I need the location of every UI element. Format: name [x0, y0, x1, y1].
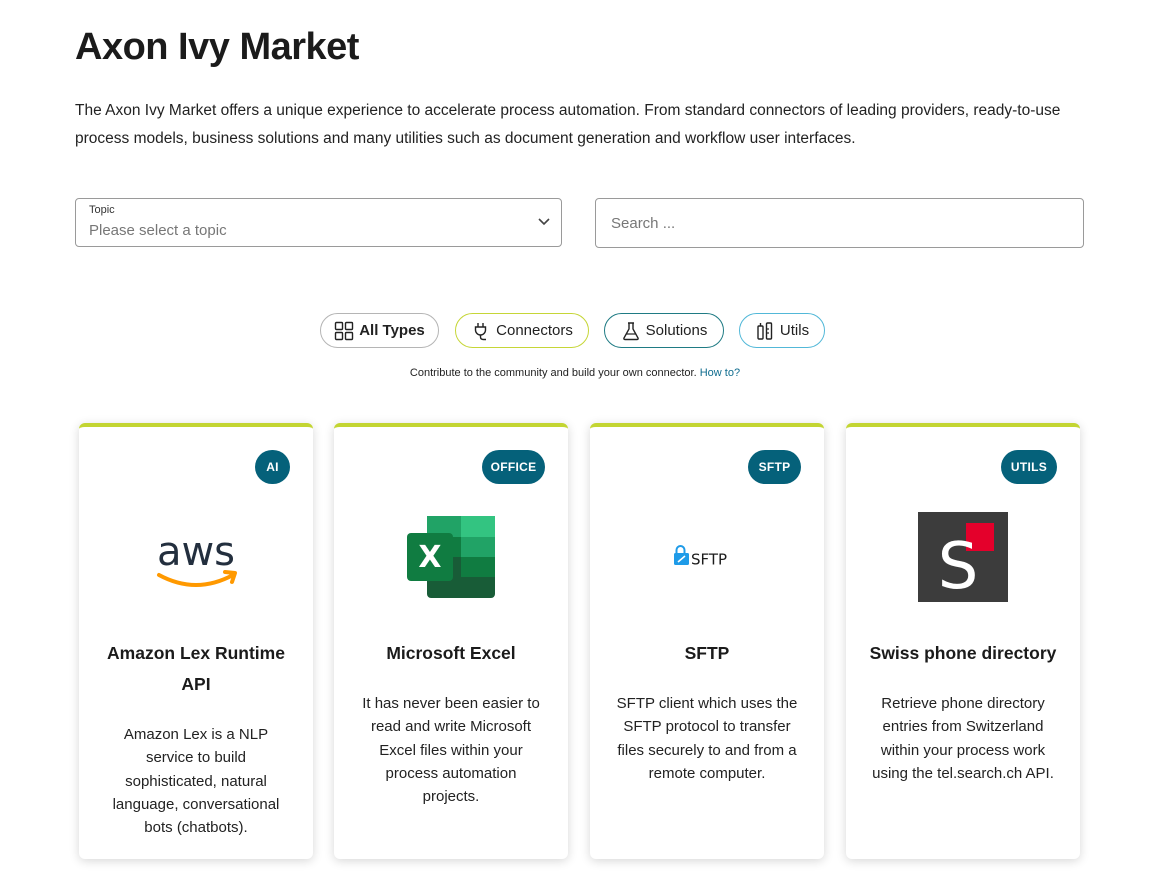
aws-logo: aws [79, 507, 313, 607]
search-ch-logo-text: S [938, 530, 979, 602]
topic-placeholder: Please select a topic [89, 222, 227, 239]
page-description: The Axon Ivy Market offers a unique expe… [75, 102, 1061, 147]
filter-label: All Types [359, 322, 425, 339]
topic-dropdown[interactable]: Topic Please select a topic [75, 198, 562, 247]
card-description: Amazon Lex is a NLP service to build sop… [112, 726, 280, 837]
card-title: Swiss phone directory [869, 643, 1057, 663]
how-to-link[interactable]: How to? [700, 367, 740, 379]
contribute-note: Contribute to the community and build yo… [0, 367, 1150, 379]
product-card-sftp[interactable]: SFTP SFTP SFTP SFTP client which uses th… [590, 423, 824, 859]
sftp-logo: SFTP [590, 507, 824, 607]
plug-icon [474, 322, 487, 340]
product-card-microsoft-excel[interactable]: OFFICE X Microsoft Excel It has never be… [334, 423, 568, 859]
aws-logo-text: aws [157, 529, 235, 575]
search-input[interactable] [595, 198, 1084, 248]
category-badge: UTILS [1001, 450, 1057, 484]
contribute-text: Contribute to the community and build yo… [409, 367, 697, 379]
card-title: Amazon Lex Runtime API [107, 643, 285, 694]
filter-utils[interactable]: Utils [739, 313, 825, 348]
excel-logo: X [334, 507, 568, 607]
type-filter-bar: All Types Connectors Solutions Utils [0, 313, 1161, 348]
tools-icon [757, 321, 773, 340]
card-title: SFTP [684, 643, 730, 663]
card-title: Microsoft Excel [386, 643, 516, 663]
category-badge: OFFICE [482, 450, 545, 484]
filter-label: Solutions [645, 322, 708, 339]
filter-all-types[interactable]: All Types [320, 313, 439, 348]
product-card-amazon-lex[interactable]: AI aws Amazon Lex Runtime API Amazon Lex… [79, 423, 313, 859]
filter-label: Utils [779, 322, 810, 339]
card-description: Retrieve phone directory entries from Sw… [872, 695, 1054, 782]
grid-icon [335, 321, 354, 340]
chevron-down-icon [538, 218, 550, 226]
filter-connectors[interactable]: Connectors [455, 313, 589, 348]
excel-logo-text: X [418, 540, 441, 575]
search-ch-logo: S [846, 507, 1080, 607]
filter-label: Connectors [496, 322, 573, 339]
card-description: It has never been easier to read and wri… [362, 695, 540, 806]
category-badge: SFTP [748, 450, 801, 484]
page-title: Axon Ivy Market [75, 26, 359, 68]
card-description: SFTP client which uses the SFTP protocol… [616, 695, 798, 782]
topic-label: Topic [89, 204, 115, 216]
product-card-swiss-phone-directory[interactable]: UTILS S Swiss phone directory Retrieve p… [846, 423, 1080, 859]
sftp-logo-text: SFTP [691, 551, 727, 569]
category-badge: AI [255, 450, 290, 484]
filter-solutions[interactable]: Solutions [604, 313, 724, 348]
flask-icon [622, 321, 639, 340]
